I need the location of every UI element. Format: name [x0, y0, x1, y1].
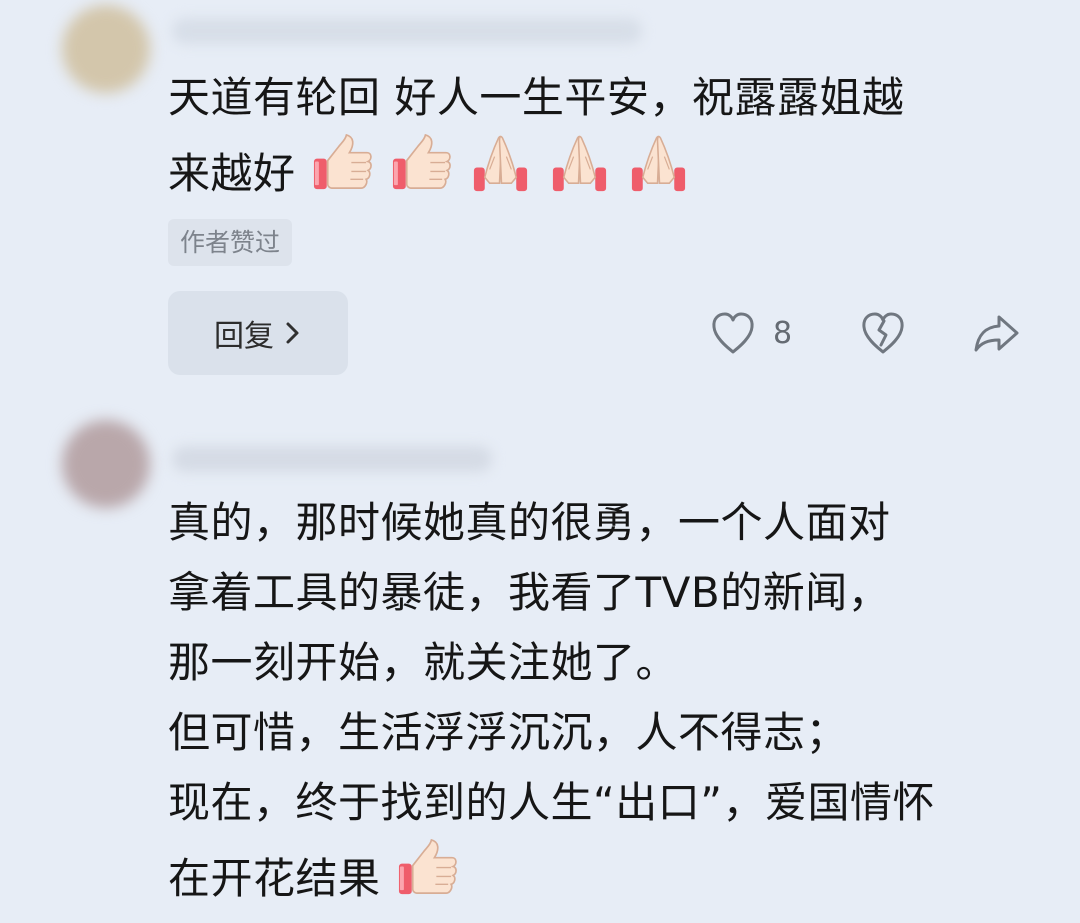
author-liked-badge: 作者赞过 — [168, 219, 293, 266]
comment-line: 天道有轮回 好人一生平安，祝露露姐越 — [168, 73, 905, 122]
share-arrow-icon — [974, 315, 1019, 352]
share-button[interactable] — [972, 310, 1020, 356]
username-blurred[interactable] — [172, 446, 492, 472]
avatar[interactable] — [62, 420, 150, 508]
comment-line: 但可惜，生活浮浮沉沉，人不得志； — [168, 708, 849, 757]
comment-text: 真的，那时候她真的很勇，一个人面对 拿着工具的暴徒，我看了TVB的新闻， 那一刻… — [168, 488, 935, 908]
comment-line-with-emojis: 来越好 — [168, 133, 904, 203]
comment-line-text: 在开花结果 — [168, 854, 381, 903]
like-button[interactable]: 8 — [710, 310, 792, 356]
comment-line: 真的，那时候她真的很勇，一个人面对 — [168, 498, 891, 547]
folded-hands-icon — [469, 133, 532, 196]
comment-line: 拿着工具的暴徒，我看了TVB的新闻， — [168, 568, 891, 617]
comment-line-with-emoji: 在开花结果 — [168, 838, 935, 908]
username-blurred[interactable] — [172, 18, 642, 44]
comment-1: 天道有轮回 好人一生平安，祝露露姐越 来越好 作者赞过 回复 8 — [0, 0, 1080, 380]
reply-label: 回复 — [214, 319, 274, 354]
chevron-right-icon — [286, 322, 299, 344]
heart-outline-icon — [712, 312, 754, 354]
folded-hands-icon — [627, 133, 690, 196]
comment-2: 真的，那时候她真的很勇，一个人面对 拿着工具的暴徒，我看了TVB的新闻， 那一刻… — [0, 420, 1080, 923]
comment-text: 天道有轮回 好人一生平安，祝露露姐越 来越好 — [168, 63, 904, 203]
reply-button[interactable]: 回复 — [168, 291, 348, 375]
thumbs-up-icon — [396, 838, 459, 901]
like-count: 8 — [773, 315, 793, 351]
comment-line-text: 来越好 — [168, 149, 296, 198]
dislike-button[interactable] — [860, 310, 906, 356]
avatar[interactable] — [62, 5, 150, 93]
comment-line: 现在，终于找到的人生“出口”，爱国情怀 — [168, 778, 936, 827]
comment-line: 那一刻开始，就关注她了。 — [168, 638, 679, 687]
thumbs-up-icon — [390, 133, 453, 196]
broken-heart-icon — [862, 312, 904, 354]
folded-hands-icon — [548, 133, 611, 196]
thumbs-up-icon — [311, 133, 374, 196]
